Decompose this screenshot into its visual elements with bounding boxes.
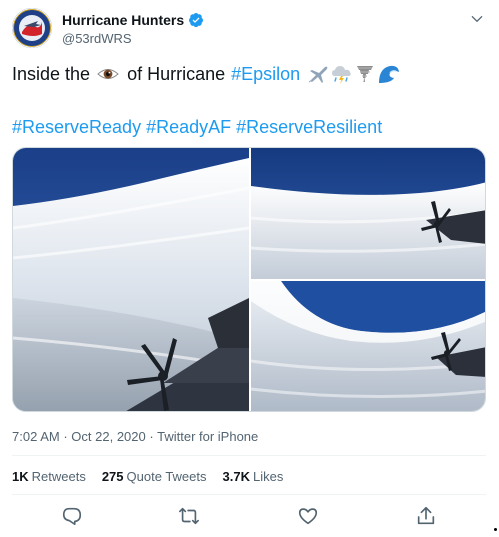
eye-emoji-icon <box>97 69 119 79</box>
quote-tweets-count: 275 <box>101 469 124 484</box>
meta-separator: · <box>63 429 68 444</box>
retweets-count: 1K <box>12 469 29 484</box>
hashtag-reserveresilient[interactable]: #ReserveResilient <box>236 117 382 137</box>
tweet-text-before-eye: Inside the <box>12 64 91 84</box>
retweets-stat[interactable]: 1K Retweets <box>12 469 86 484</box>
quote-tweets-stat[interactable]: 275 Quote Tweets <box>102 469 207 484</box>
avatar[interactable] <box>12 8 52 48</box>
hurricane-eye-photo-top-right[interactable] <box>251 148 485 279</box>
divider-bottom <box>12 494 486 495</box>
tweet-hashtags-line: #ReserveReady #ReadyAF #ReserveResilient <box>12 115 387 139</box>
handle[interactable]: @53rdWRS <box>62 31 132 46</box>
chevron-down-icon[interactable] <box>470 12 484 26</box>
airplane-emoji-icon <box>308 66 328 83</box>
tweet-actions <box>12 505 486 529</box>
verified-badge-icon <box>189 13 204 28</box>
divider-top <box>12 455 486 456</box>
tweet-text-line1: Inside the of Hurricane #Epsilon <box>12 62 400 86</box>
hashtag-reserveready[interactable]: #ReserveReady <box>12 117 141 137</box>
likes-label: Likes <box>252 469 284 484</box>
tweet-stats: 1K Retweets 275 Quote Tweets 3.7K Likes <box>12 469 299 484</box>
media-grid <box>12 147 486 412</box>
tweet-card: Hurricane Hunters @53rdWRS Inside the of… <box>0 0 499 537</box>
tweet-date[interactable]: Oct 22, 2020 <box>71 429 145 444</box>
retweet-icon[interactable] <box>178 505 200 527</box>
hashtag-readyaf[interactable]: #ReadyAF <box>146 117 231 137</box>
reply-icon[interactable] <box>61 505 83 527</box>
tweet-source[interactable]: Twitter for iPhone <box>157 429 258 444</box>
hurricane-eye-photo-left[interactable] <box>13 148 249 411</box>
hurricane-eye-photo-bottom-right[interactable] <box>251 281 485 411</box>
photo-top-right-image <box>251 148 485 279</box>
tweet-text-after-eye: of Hurricane <box>127 64 226 84</box>
like-icon[interactable] <box>297 505 319 527</box>
water-wave-emoji-icon <box>379 65 400 83</box>
hashtag-epsilon[interactable]: #Epsilon <box>231 62 300 86</box>
photo-bottom-right-image <box>251 281 485 411</box>
likes-stat[interactable]: 3.7K Likes <box>223 469 284 484</box>
tweet-meta: 7:02 AM · Oct 22, 2020 · Twitter for iPh… <box>12 429 258 444</box>
name-row[interactable]: Hurricane Hunters <box>62 12 204 28</box>
tweet-header: Hurricane Hunters @53rdWRS <box>12 8 488 52</box>
tornado-emoji-icon <box>357 66 374 82</box>
squadron-emblem-icon <box>12 8 52 48</box>
display-name[interactable]: Hurricane Hunters <box>62 12 184 28</box>
cloud-with-lightning-and-rain-emoji-icon <box>332 66 351 84</box>
quote-tweets-label: Quote Tweets <box>126 469 207 484</box>
tweet-time[interactable]: 7:02 AM <box>12 429 60 444</box>
share-icon[interactable] <box>415 505 437 527</box>
likes-count: 3.7K <box>222 469 250 484</box>
retweets-label: Retweets <box>31 469 86 484</box>
photo-left-image <box>13 148 249 411</box>
meta-separator: · <box>149 429 154 444</box>
stray-dot <box>494 528 497 531</box>
